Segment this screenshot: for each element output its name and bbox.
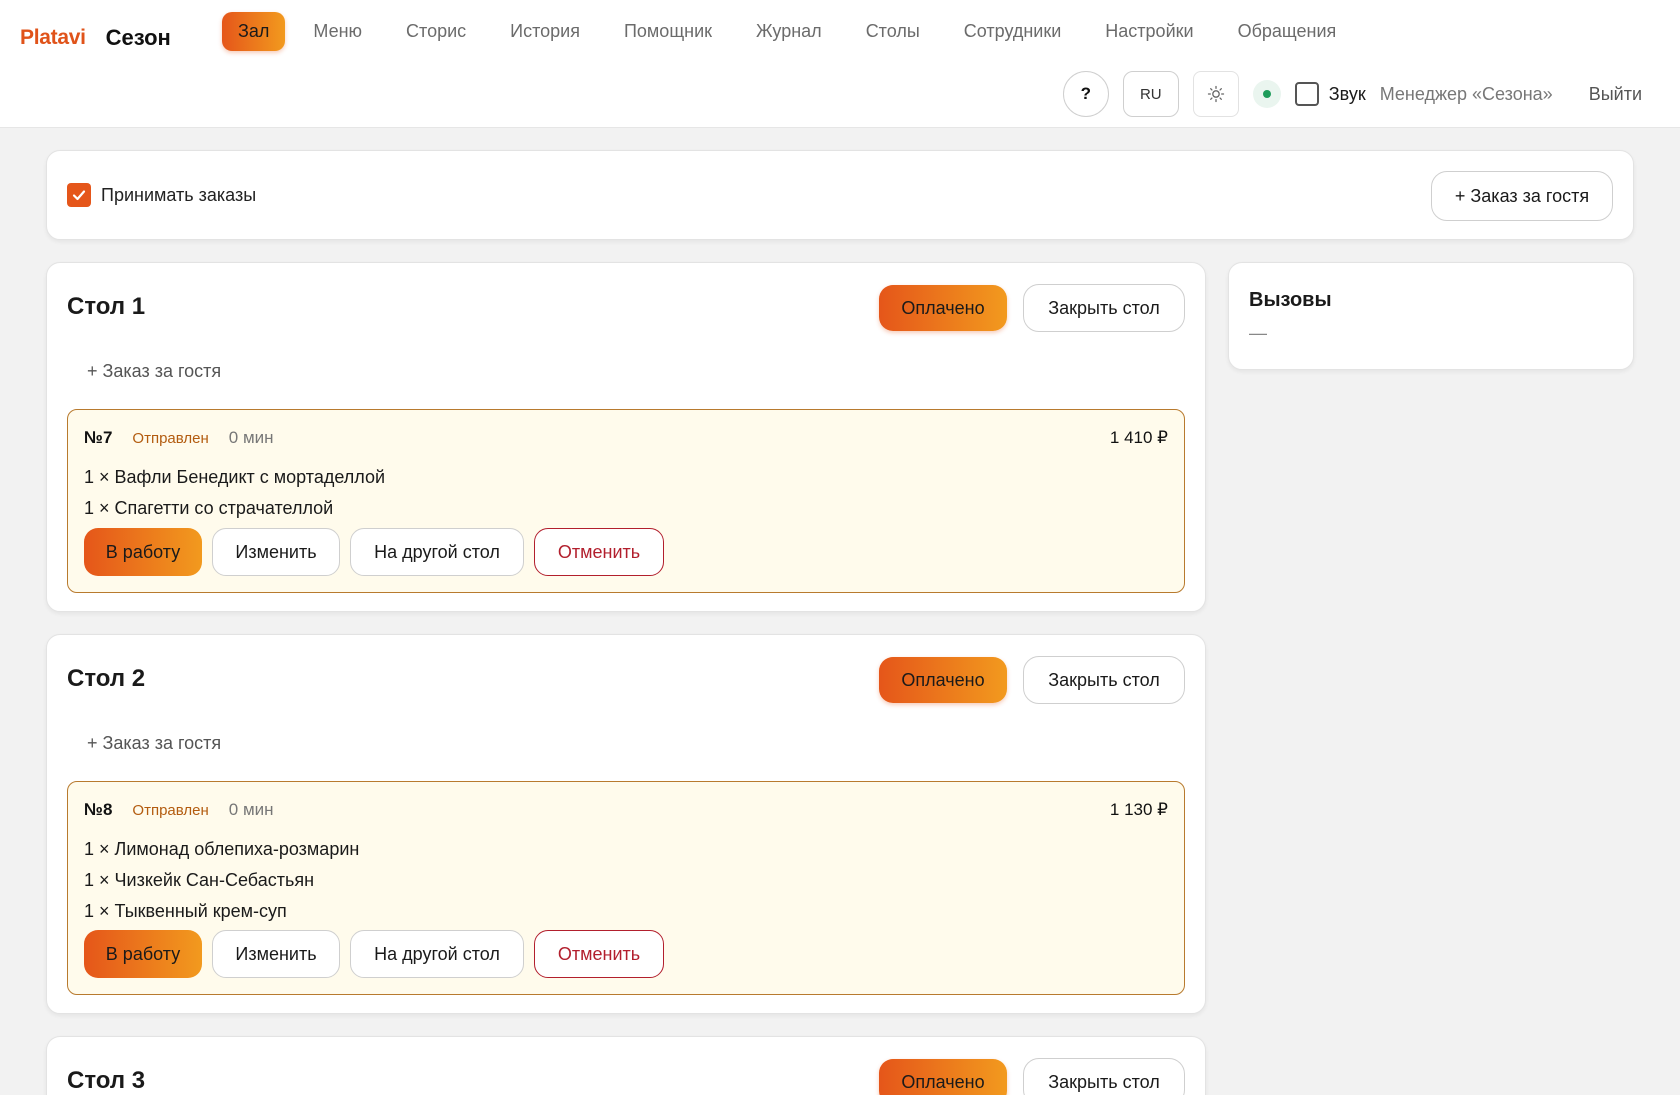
order-items: 1 × Лимонад облепиха-розмарин 1 × Чизкей…	[84, 834, 359, 927]
list-item: 1 × Чизкейк Сан-Себастьян	[84, 870, 315, 890]
order-actions: В работу Изменить На другой стол Отменит…	[84, 930, 664, 978]
connection-status-icon	[1252, 80, 1281, 108]
nav-item-menu[interactable]: Меню	[297, 12, 378, 51]
table-card: Стол 1 Оплачено Закрыть стол + Заказ за …	[46, 262, 1206, 612]
paid-button[interactable]: Оплачено	[879, 657, 1007, 703]
checkmark-icon	[72, 190, 86, 201]
paid-button[interactable]: Оплачено	[879, 285, 1007, 331]
sound-label: Звук	[1328, 83, 1366, 104]
calls-card: Вызовы —	[1228, 262, 1634, 370]
accept-orders-label: Принимать заказы	[101, 184, 257, 205]
nav-item-history[interactable]: История	[494, 12, 596, 51]
order-actions: В работу Изменить На другой стол Отменит…	[84, 528, 664, 576]
list-item: 1 × Тыквенный крем-суп	[84, 901, 287, 921]
cancel-order-button[interactable]: Отменить	[534, 930, 664, 978]
header-toolbar: ? RU Звук Менеджер «Сезона» Выйти	[1062, 71, 1642, 117]
list-item: 1 × Лимонад облепиха-розмарин	[84, 839, 360, 859]
accept-orders-toggle[interactable]: Принимать заказы	[67, 183, 256, 207]
order-time: 0 мин	[228, 800, 274, 819]
table-card: Стол 3 Оплачено Закрыть стол	[46, 1036, 1206, 1095]
sound-checkbox[interactable]	[1294, 82, 1319, 106]
nav-item-hall[interactable]: Зал	[222, 11, 286, 51]
order-header: №7 Отправлен 0 мин	[84, 428, 274, 448]
order-card: №8 Отправлен 0 мин 1 130 ₽ 1 × Лимонад о…	[67, 781, 1185, 995]
main-nav: Зал Меню Сторис История Помощник Журнал …	[222, 10, 1352, 52]
close-table-button[interactable]: Закрыть стол	[1023, 284, 1185, 332]
table-title: Стол 1	[67, 293, 146, 320]
brand: Platavi Сезон	[20, 16, 171, 60]
table-title: Стол 3	[67, 1067, 146, 1094]
accept-orders-card: Принимать заказы + Заказ за гостя	[46, 150, 1634, 240]
app-header: Platavi Сезон Зал Меню Сторис История По…	[0, 0, 1680, 128]
order-status: Отправлен	[132, 429, 209, 447]
paid-button[interactable]: Оплачено	[879, 1059, 1007, 1095]
nav-item-tables[interactable]: Столы	[850, 12, 936, 51]
nav-item-assistant[interactable]: Помощник	[608, 12, 728, 51]
sound-toggle[interactable]: Звук	[1294, 82, 1366, 106]
logout-button[interactable]: Выйти	[1589, 84, 1642, 105]
edit-order-button[interactable]: Изменить	[212, 528, 340, 576]
table-card: Стол 2 Оплачено Закрыть стол + Заказ за …	[46, 634, 1206, 1014]
order-number: №8	[84, 800, 113, 819]
language-button[interactable]: RU	[1122, 71, 1179, 117]
cancel-order-button[interactable]: Отменить	[534, 528, 664, 576]
close-table-button[interactable]: Закрыть стол	[1023, 1058, 1185, 1095]
order-card: №7 Отправлен 0 мин 1 410 ₽ 1 × Вафли Бен…	[67, 409, 1185, 593]
nav-item-requests[interactable]: Обращения	[1222, 12, 1353, 51]
nav-item-journal[interactable]: Журнал	[740, 12, 838, 51]
nav-item-stories[interactable]: Сторис	[390, 12, 482, 51]
start-work-button[interactable]: В работу	[84, 930, 202, 978]
nav-item-settings[interactable]: Настройки	[1089, 12, 1209, 51]
help-button[interactable]: ?	[1062, 71, 1109, 117]
calls-empty: —	[1249, 323, 1267, 343]
order-items: 1 × Вафли Бенедикт с мортаделлой 1 × Спа…	[84, 462, 385, 524]
sun-icon	[1207, 85, 1224, 103]
venue-name: Сезон	[105, 25, 171, 50]
table-title: Стол 2	[67, 665, 146, 692]
list-item: 1 × Спагетти со страчателлой	[84, 498, 334, 518]
order-status: Отправлен	[132, 801, 209, 819]
close-table-button[interactable]: Закрыть стол	[1023, 656, 1185, 704]
move-table-button[interactable]: На другой стол	[350, 930, 524, 978]
guest-order-button[interactable]: + Заказ за гостя	[1431, 171, 1613, 221]
theme-toggle-button[interactable]	[1192, 71, 1239, 117]
add-guest-order-link[interactable]: + Заказ за гостя	[87, 361, 221, 382]
edit-order-button[interactable]: Изменить	[212, 930, 340, 978]
add-guest-order-link[interactable]: + Заказ за гостя	[87, 733, 221, 754]
order-total: 1 130 ₽	[1109, 800, 1168, 819]
nav-item-staff[interactable]: Сотрудники	[948, 12, 1078, 51]
move-table-button[interactable]: На другой стол	[350, 528, 524, 576]
order-header: №8 Отправлен 0 мин	[84, 800, 274, 820]
list-item: 1 × Вафли Бенедикт с мортаделлой	[84, 467, 386, 487]
accept-orders-checkbox[interactable]	[67, 183, 91, 207]
order-number: №7	[84, 428, 113, 447]
online-dot	[1262, 90, 1271, 98]
calls-title: Вызовы	[1249, 289, 1332, 311]
order-time: 0 мин	[228, 428, 274, 447]
brand-logo[interactable]: Platavi	[20, 26, 86, 50]
order-total: 1 410 ₽	[1109, 428, 1168, 447]
manager-name: Менеджер «Сезона»	[1379, 83, 1553, 104]
start-work-button[interactable]: В работу	[84, 528, 202, 576]
